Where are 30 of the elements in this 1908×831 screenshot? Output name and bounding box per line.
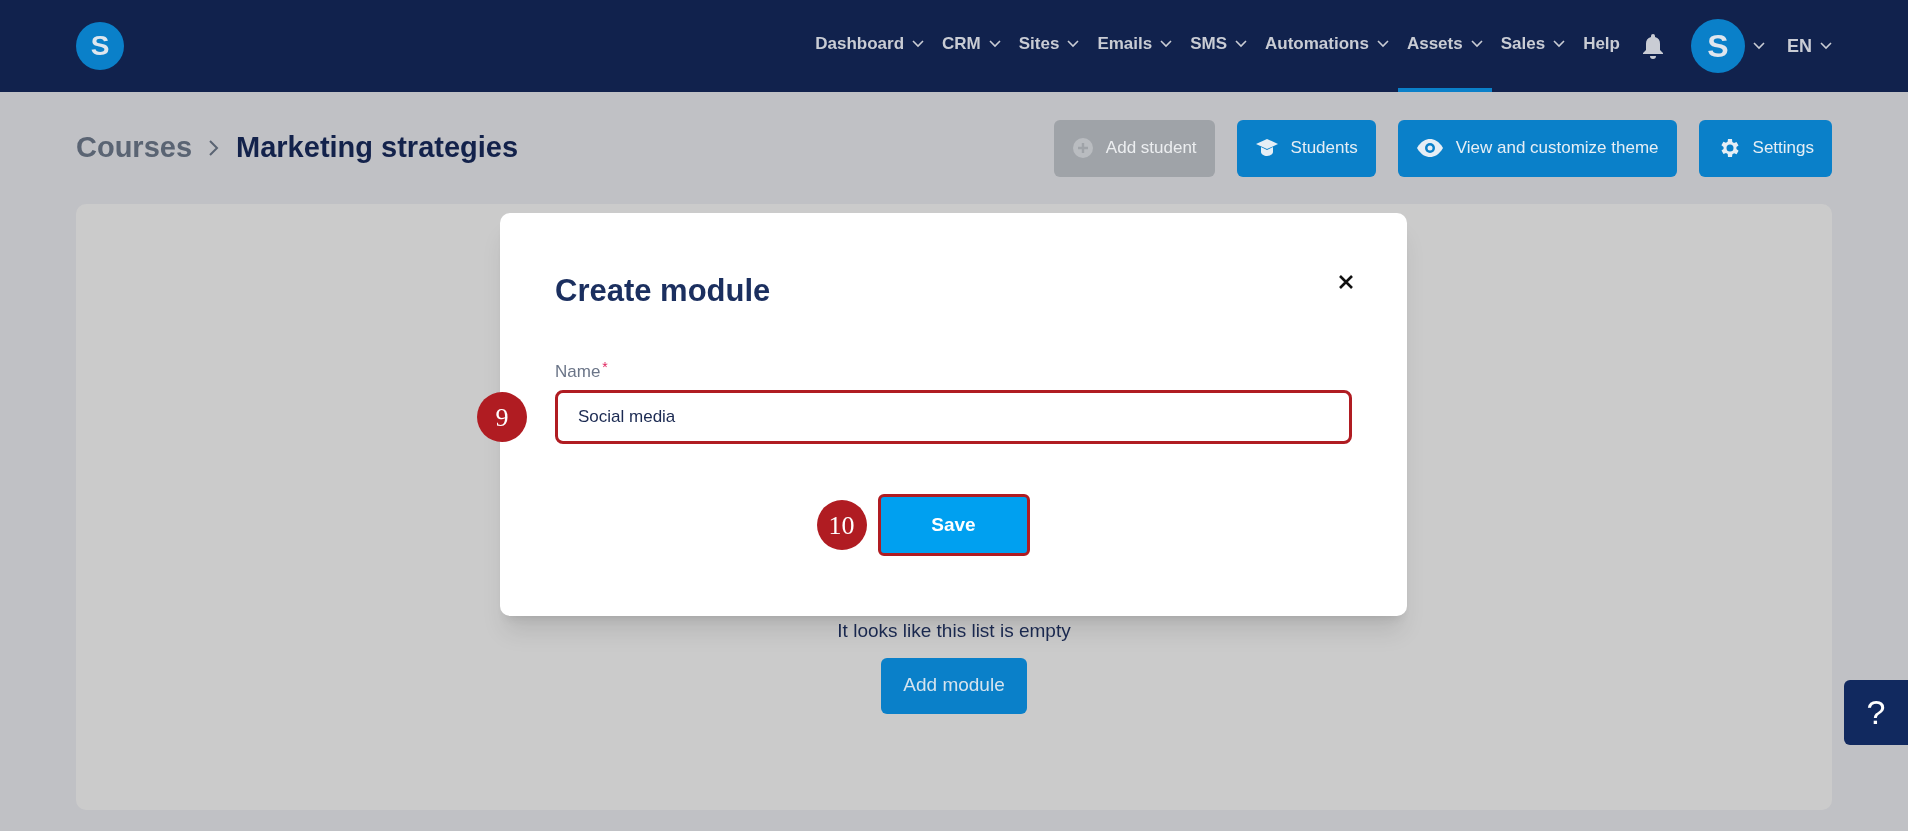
required-asterisk: * [602,357,608,377]
step-badge: 10 [816,500,867,550]
plus-circle-icon [1071,137,1094,159]
nav-menu-item[interactable]: Dashboard [806,0,934,92]
toolbar-button[interactable]: View and customize theme [1397,119,1677,177]
name-input-field[interactable]: Social media [555,390,1352,444]
nav-menu-item[interactable]: Assets [1397,0,1492,92]
nav-menu-item[interactable]: Automations [1256,0,1398,92]
page-title: Marketing strategies [236,130,519,166]
toolbar-button[interactable]: Settings [1698,119,1832,177]
graduation-cap-icon [1254,137,1279,159]
nav-menu-item[interactable]: Sales [1491,0,1575,92]
nav-menu-item[interactable]: Emails [1088,0,1182,92]
chevron-down-icon [1820,42,1832,50]
close-icon [1338,274,1354,290]
chevron-right-icon [208,139,221,157]
chevron-down-icon [1753,42,1765,50]
toolbar-button[interactable]: Students [1236,119,1376,177]
eye-icon [1415,138,1444,158]
nav-menu-item[interactable]: SMS [1181,0,1257,92]
language-selector[interactable]: EN [1787,32,1832,60]
nav-menu-item[interactable]: CRM [933,0,1010,92]
nav-menu-item[interactable]: Sites [1009,0,1089,92]
step-badge: 9 [477,392,527,442]
empty-list-message: It looks like this list is empty [837,619,1071,643]
help-button[interactable]: ? [1844,680,1908,745]
notification-bell-icon[interactable] [1641,33,1665,59]
modal-title: Create module [555,272,771,310]
nav-menu-item[interactable]: Help [1574,0,1629,92]
field-label: Name [555,360,601,383]
